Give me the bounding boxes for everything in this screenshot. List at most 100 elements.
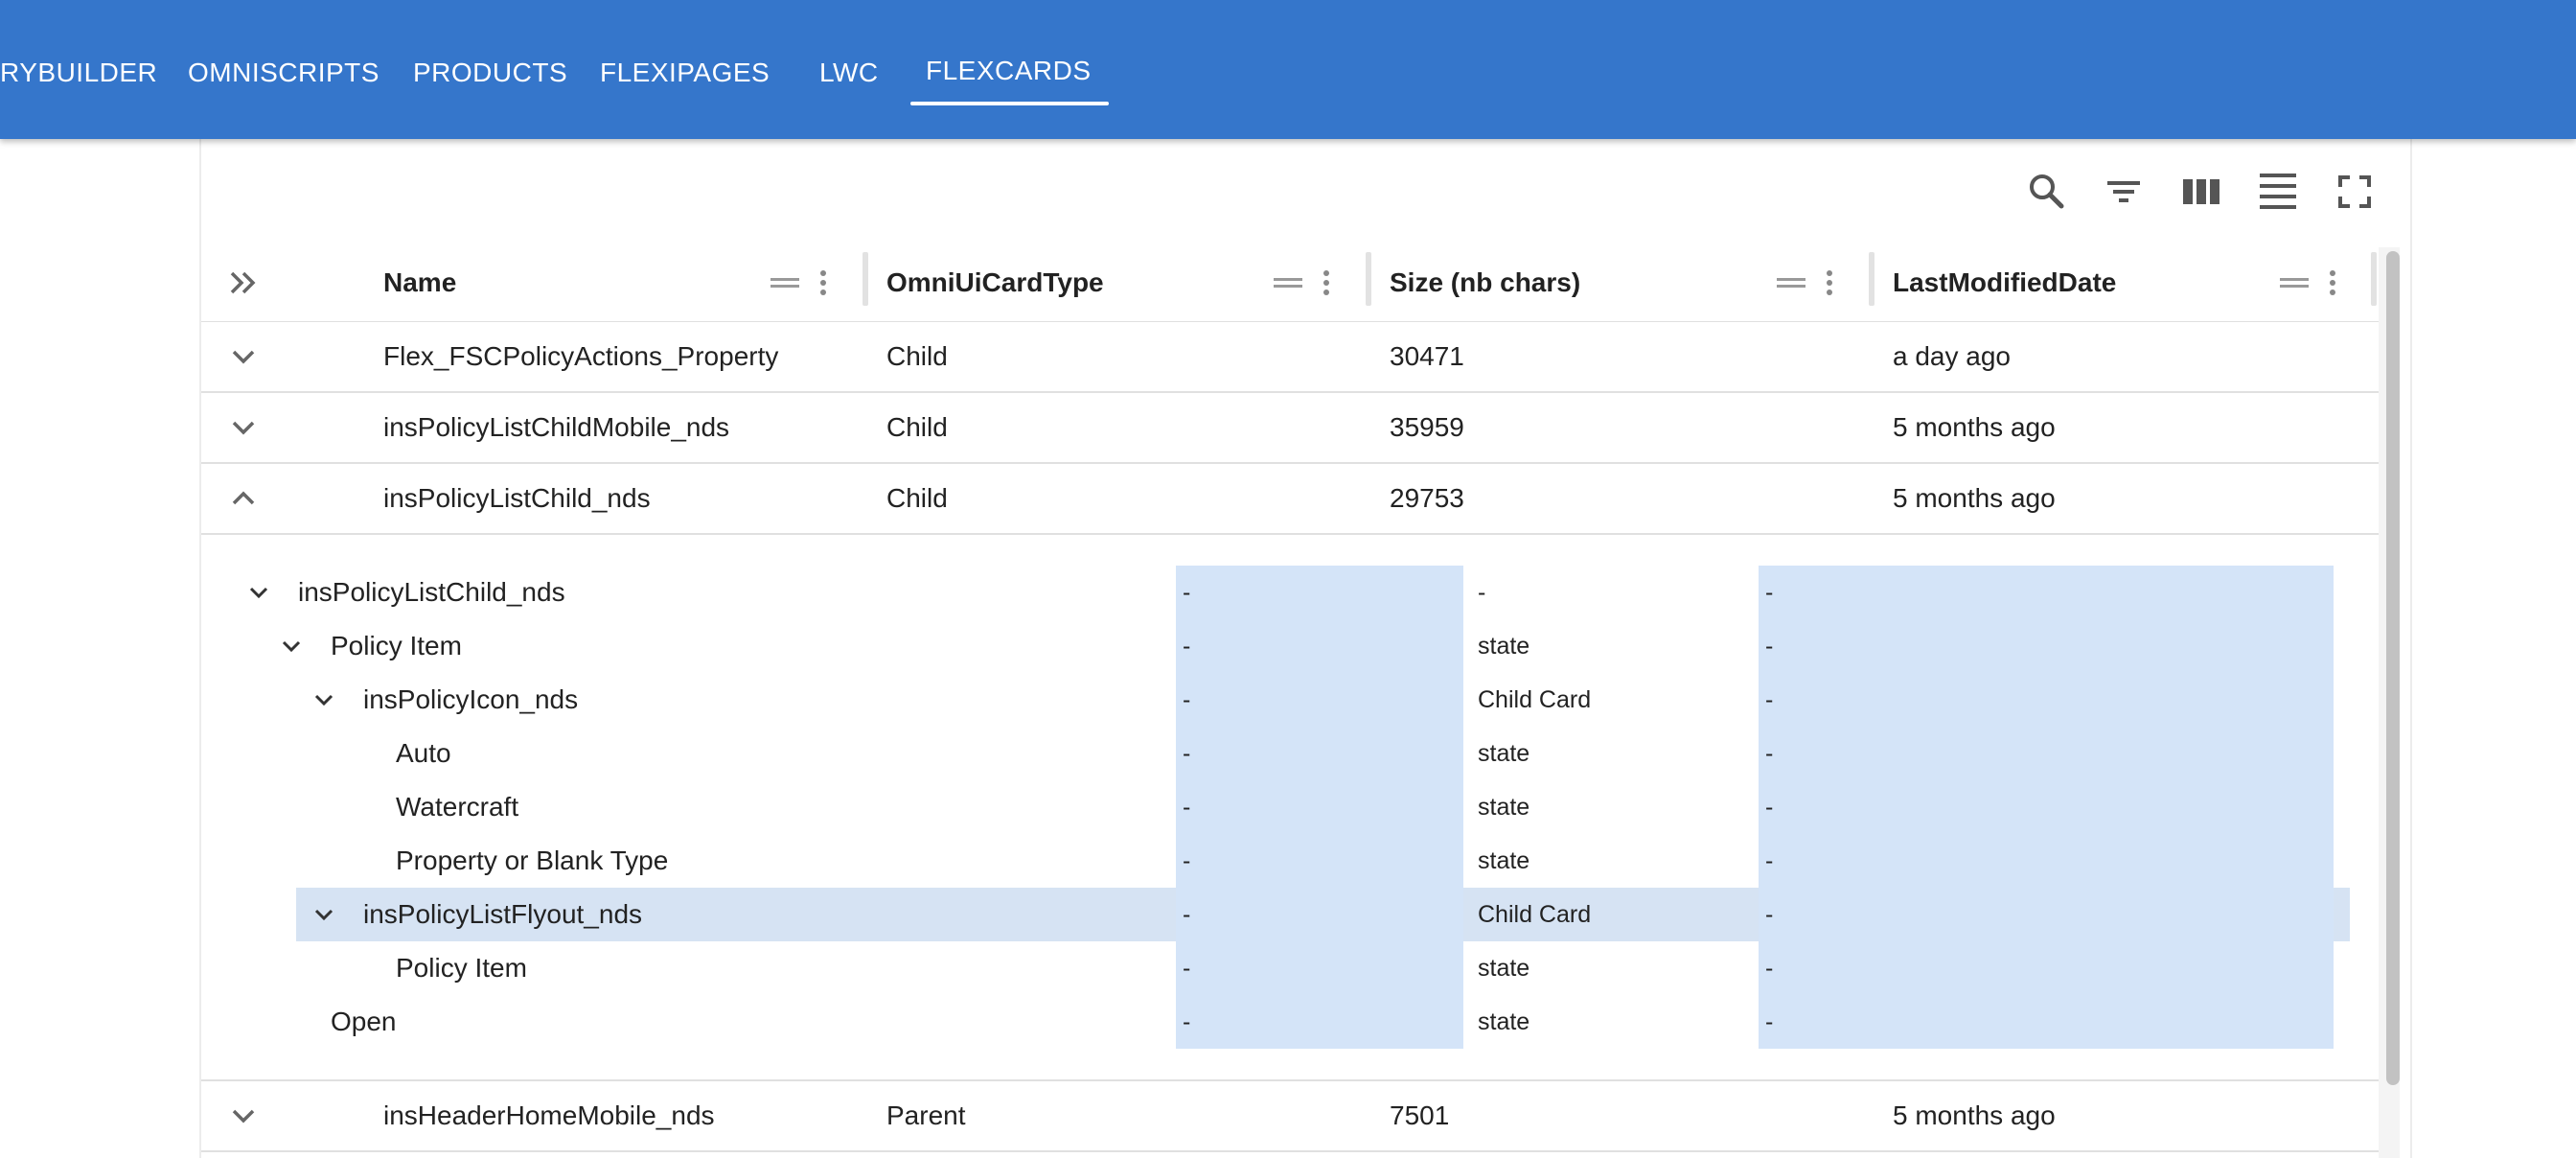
column-header-lastmodifieddate[interactable]: LastModifiedDate (1893, 244, 2116, 321)
column-menu-icon[interactable] (1822, 264, 1837, 302)
tree-cell: - (1183, 794, 1191, 821)
cell-type: Child (886, 483, 948, 513)
table-row[interactable]: insHeaderHomeMobile_nds Parent 7501 5 mo… (201, 1081, 2379, 1152)
chevron-down-icon[interactable] (310, 901, 337, 928)
cell-size: 7501 (1390, 1100, 1450, 1130)
tree-row[interactable]: Open - state - (201, 995, 2379, 1049)
tree-cell: - (1765, 633, 1774, 660)
top-nav-bar: RYBUILDER OMNISCRIPTS PRODUCTS FLEXIPAGE… (0, 0, 2576, 139)
tree-cell: - (1183, 847, 1191, 874)
search-icon[interactable] (2023, 168, 2071, 216)
cell-size: 29753 (1390, 483, 1464, 513)
tree-cell: state (1478, 633, 1530, 660)
tree-row[interactable]: Watercraft - state - (201, 780, 2379, 834)
column-menu-icon[interactable] (1319, 264, 1334, 302)
tree-cell: - (1765, 740, 1774, 767)
tab-flexipages[interactable]: FLEXIPAGES (600, 54, 770, 92)
fullscreen-icon[interactable] (2331, 168, 2379, 216)
drag-handle-icon[interactable] (2278, 264, 2311, 302)
column-header-omniuicardtype[interactable]: OmniUiCardType (886, 244, 1104, 321)
column-resizer[interactable] (1366, 252, 1371, 306)
tree-label: Open (331, 1007, 397, 1036)
expand-all-icon[interactable] (224, 264, 263, 302)
tree-cell: - (1765, 901, 1774, 928)
tree-cell: - (1765, 1008, 1774, 1035)
tree-cell: - (1183, 740, 1191, 767)
chevron-down-icon[interactable] (245, 579, 272, 606)
tree-label: Policy Item (396, 953, 527, 983)
chevron-down-icon[interactable] (310, 686, 337, 713)
tree-row[interactable]: Policy Item - state - (201, 619, 2379, 673)
tree-cell: - (1478, 579, 1486, 606)
tree-cell: state (1478, 794, 1530, 821)
column-resizer[interactable] (862, 252, 868, 306)
tree-cell: - (1765, 794, 1774, 821)
tree-cell: state (1478, 955, 1530, 982)
chevron-up-icon[interactable] (226, 481, 261, 516)
chevron-down-icon[interactable] (226, 1099, 261, 1133)
tree-row[interactable]: Property or Blank Type - state - (201, 834, 2379, 888)
column-header-size[interactable]: Size (nb chars) (1390, 244, 1580, 321)
tree-cell: - (1765, 847, 1774, 874)
tree-cell: - (1183, 579, 1191, 606)
column-resizer[interactable] (1869, 252, 1874, 306)
tree-label: Property or Blank Type (396, 845, 669, 875)
cell-name: insPolicyListChild_nds (383, 483, 651, 513)
active-tab-indicator (910, 102, 1109, 105)
chevron-down-icon[interactable] (226, 339, 261, 374)
tree-cell: - (1765, 955, 1774, 982)
tree-cell: state (1478, 1008, 1530, 1035)
cell-modified: 5 months ago (1893, 412, 2056, 442)
tree-label: insPolicyIcon_nds (363, 684, 579, 714)
table-row[interactable]: insPolicyListChild_nds Child 29753 5 mon… (201, 464, 2379, 535)
tree-label: insPolicyListFlyout_nds (363, 899, 643, 929)
columns-icon[interactable] (2177, 168, 2225, 216)
cell-size: 35959 (1390, 412, 1464, 442)
tab-products[interactable]: PRODUCTS (413, 54, 567, 92)
tree-label: Policy Item (331, 631, 462, 660)
tree-cell: - (1183, 901, 1191, 928)
tree-label: Watercraft (396, 792, 519, 822)
cell-type: Parent (886, 1100, 966, 1130)
tab-flexcards[interactable]: FLEXCARDS (926, 52, 1092, 90)
cell-name: insPolicyListChildMobile_nds (383, 412, 730, 442)
tree-cell: - (1183, 686, 1191, 713)
tab-omniscripts[interactable]: OMNISCRIPTS (188, 54, 380, 92)
column-menu-icon[interactable] (816, 264, 831, 302)
chevron-down-icon[interactable] (226, 410, 261, 445)
tree-cell: Child Card (1478, 686, 1592, 713)
drag-handle-icon[interactable] (1272, 264, 1304, 302)
tab-dataraptor-builder[interactable]: RYBUILDER (0, 54, 157, 92)
grid-header: Name OmniUiCardType Size (nb chars) Last… (201, 244, 2379, 323)
drag-handle-icon[interactable] (1775, 264, 1807, 302)
cell-type: Child (886, 341, 948, 371)
cell-modified: a day ago (1893, 341, 2011, 371)
vertical-scrollbar-thumb[interactable] (2386, 251, 2400, 1085)
tree-cell: - (1765, 579, 1774, 606)
table-row[interactable]: Flex_FSCPolicyActions_Property Child 304… (201, 322, 2379, 393)
tree-cell: - (1183, 955, 1191, 982)
chevron-down-icon[interactable] (278, 633, 305, 660)
column-menu-icon[interactable] (2325, 264, 2340, 302)
filter-icon[interactable] (2100, 168, 2148, 216)
density-icon[interactable] (2254, 168, 2302, 216)
tree-row[interactable]: insPolicyListChild_nds - - - (201, 566, 2379, 619)
tree-row[interactable]: insPolicyIcon_nds - Child Card - (201, 673, 2379, 727)
column-resizer[interactable] (2371, 252, 2377, 306)
tree-cell: - (1765, 686, 1774, 713)
tree-row-selected[interactable]: insPolicyListFlyout_nds - Child Card - (201, 888, 2379, 941)
expanded-detail-panel: insPolicyListChild_nds - - - Policy Item… (201, 535, 2379, 1081)
tree-row[interactable]: Auto - state - (201, 727, 2379, 780)
tree-cell: Child Card (1478, 901, 1592, 928)
tree-cell: - (1183, 1008, 1191, 1035)
tree-label: insPolicyListChild_nds (298, 577, 565, 607)
cell-type: Child (886, 412, 948, 442)
cell-modified: 5 months ago (1893, 483, 2056, 513)
tab-lwc[interactable]: LWC (819, 54, 879, 92)
tree-cell: state (1478, 740, 1530, 767)
column-header-name[interactable]: Name (383, 244, 456, 321)
tree-cell: - (1183, 633, 1191, 660)
tree-row[interactable]: Policy Item - state - (201, 941, 2379, 995)
drag-handle-icon[interactable] (769, 264, 801, 302)
table-row[interactable]: insPolicyListChildMobile_nds Child 35959… (201, 393, 2379, 464)
